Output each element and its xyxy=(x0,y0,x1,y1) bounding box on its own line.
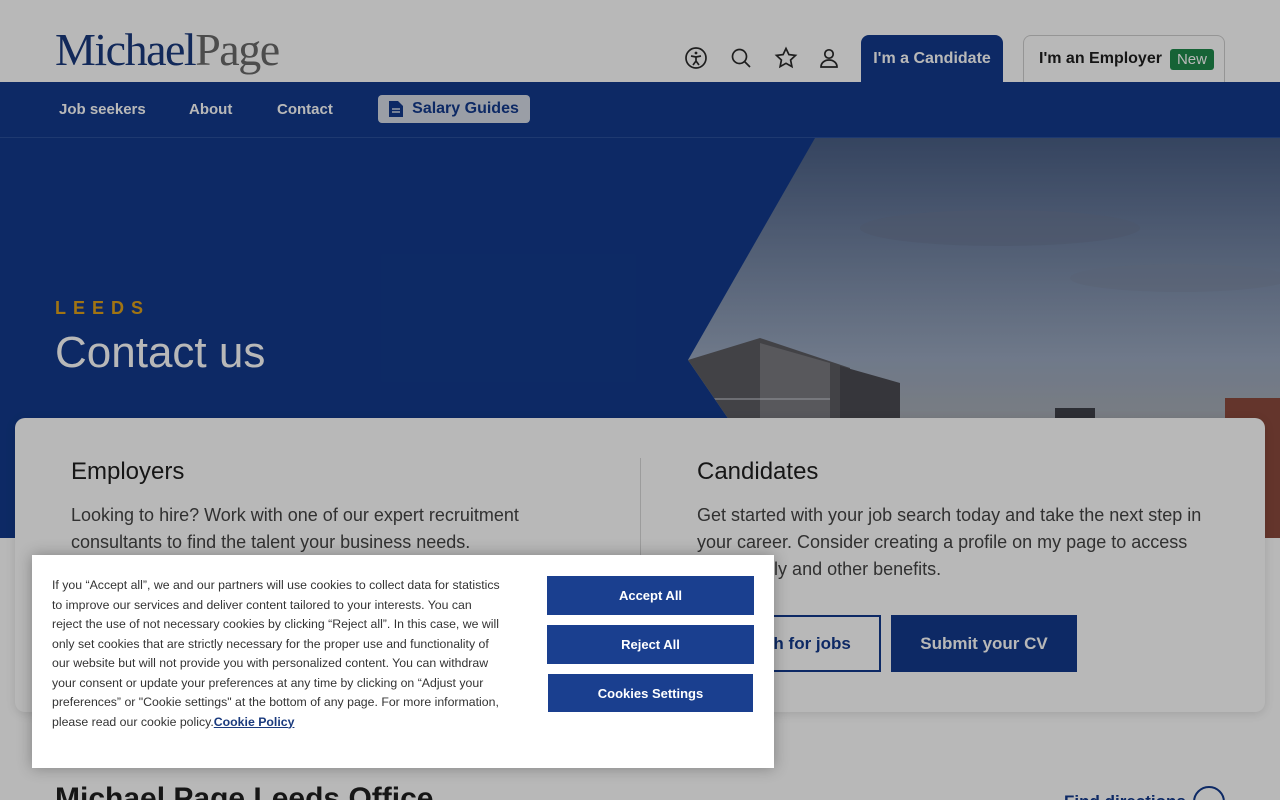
cookies-settings-button[interactable]: Cookies Settings xyxy=(548,674,753,712)
accept-all-button[interactable]: Accept All xyxy=(547,576,754,615)
cookie-policy-link[interactable]: Cookie Policy xyxy=(214,715,295,729)
reject-all-button[interactable]: Reject All xyxy=(547,625,754,664)
cookie-consent-body: If you “Accept all”, we and our partners… xyxy=(52,578,500,729)
cookie-consent-banner: If you “Accept all”, we and our partners… xyxy=(32,555,774,768)
cookie-consent-text: If you “Accept all”, we and our partners… xyxy=(52,576,502,732)
